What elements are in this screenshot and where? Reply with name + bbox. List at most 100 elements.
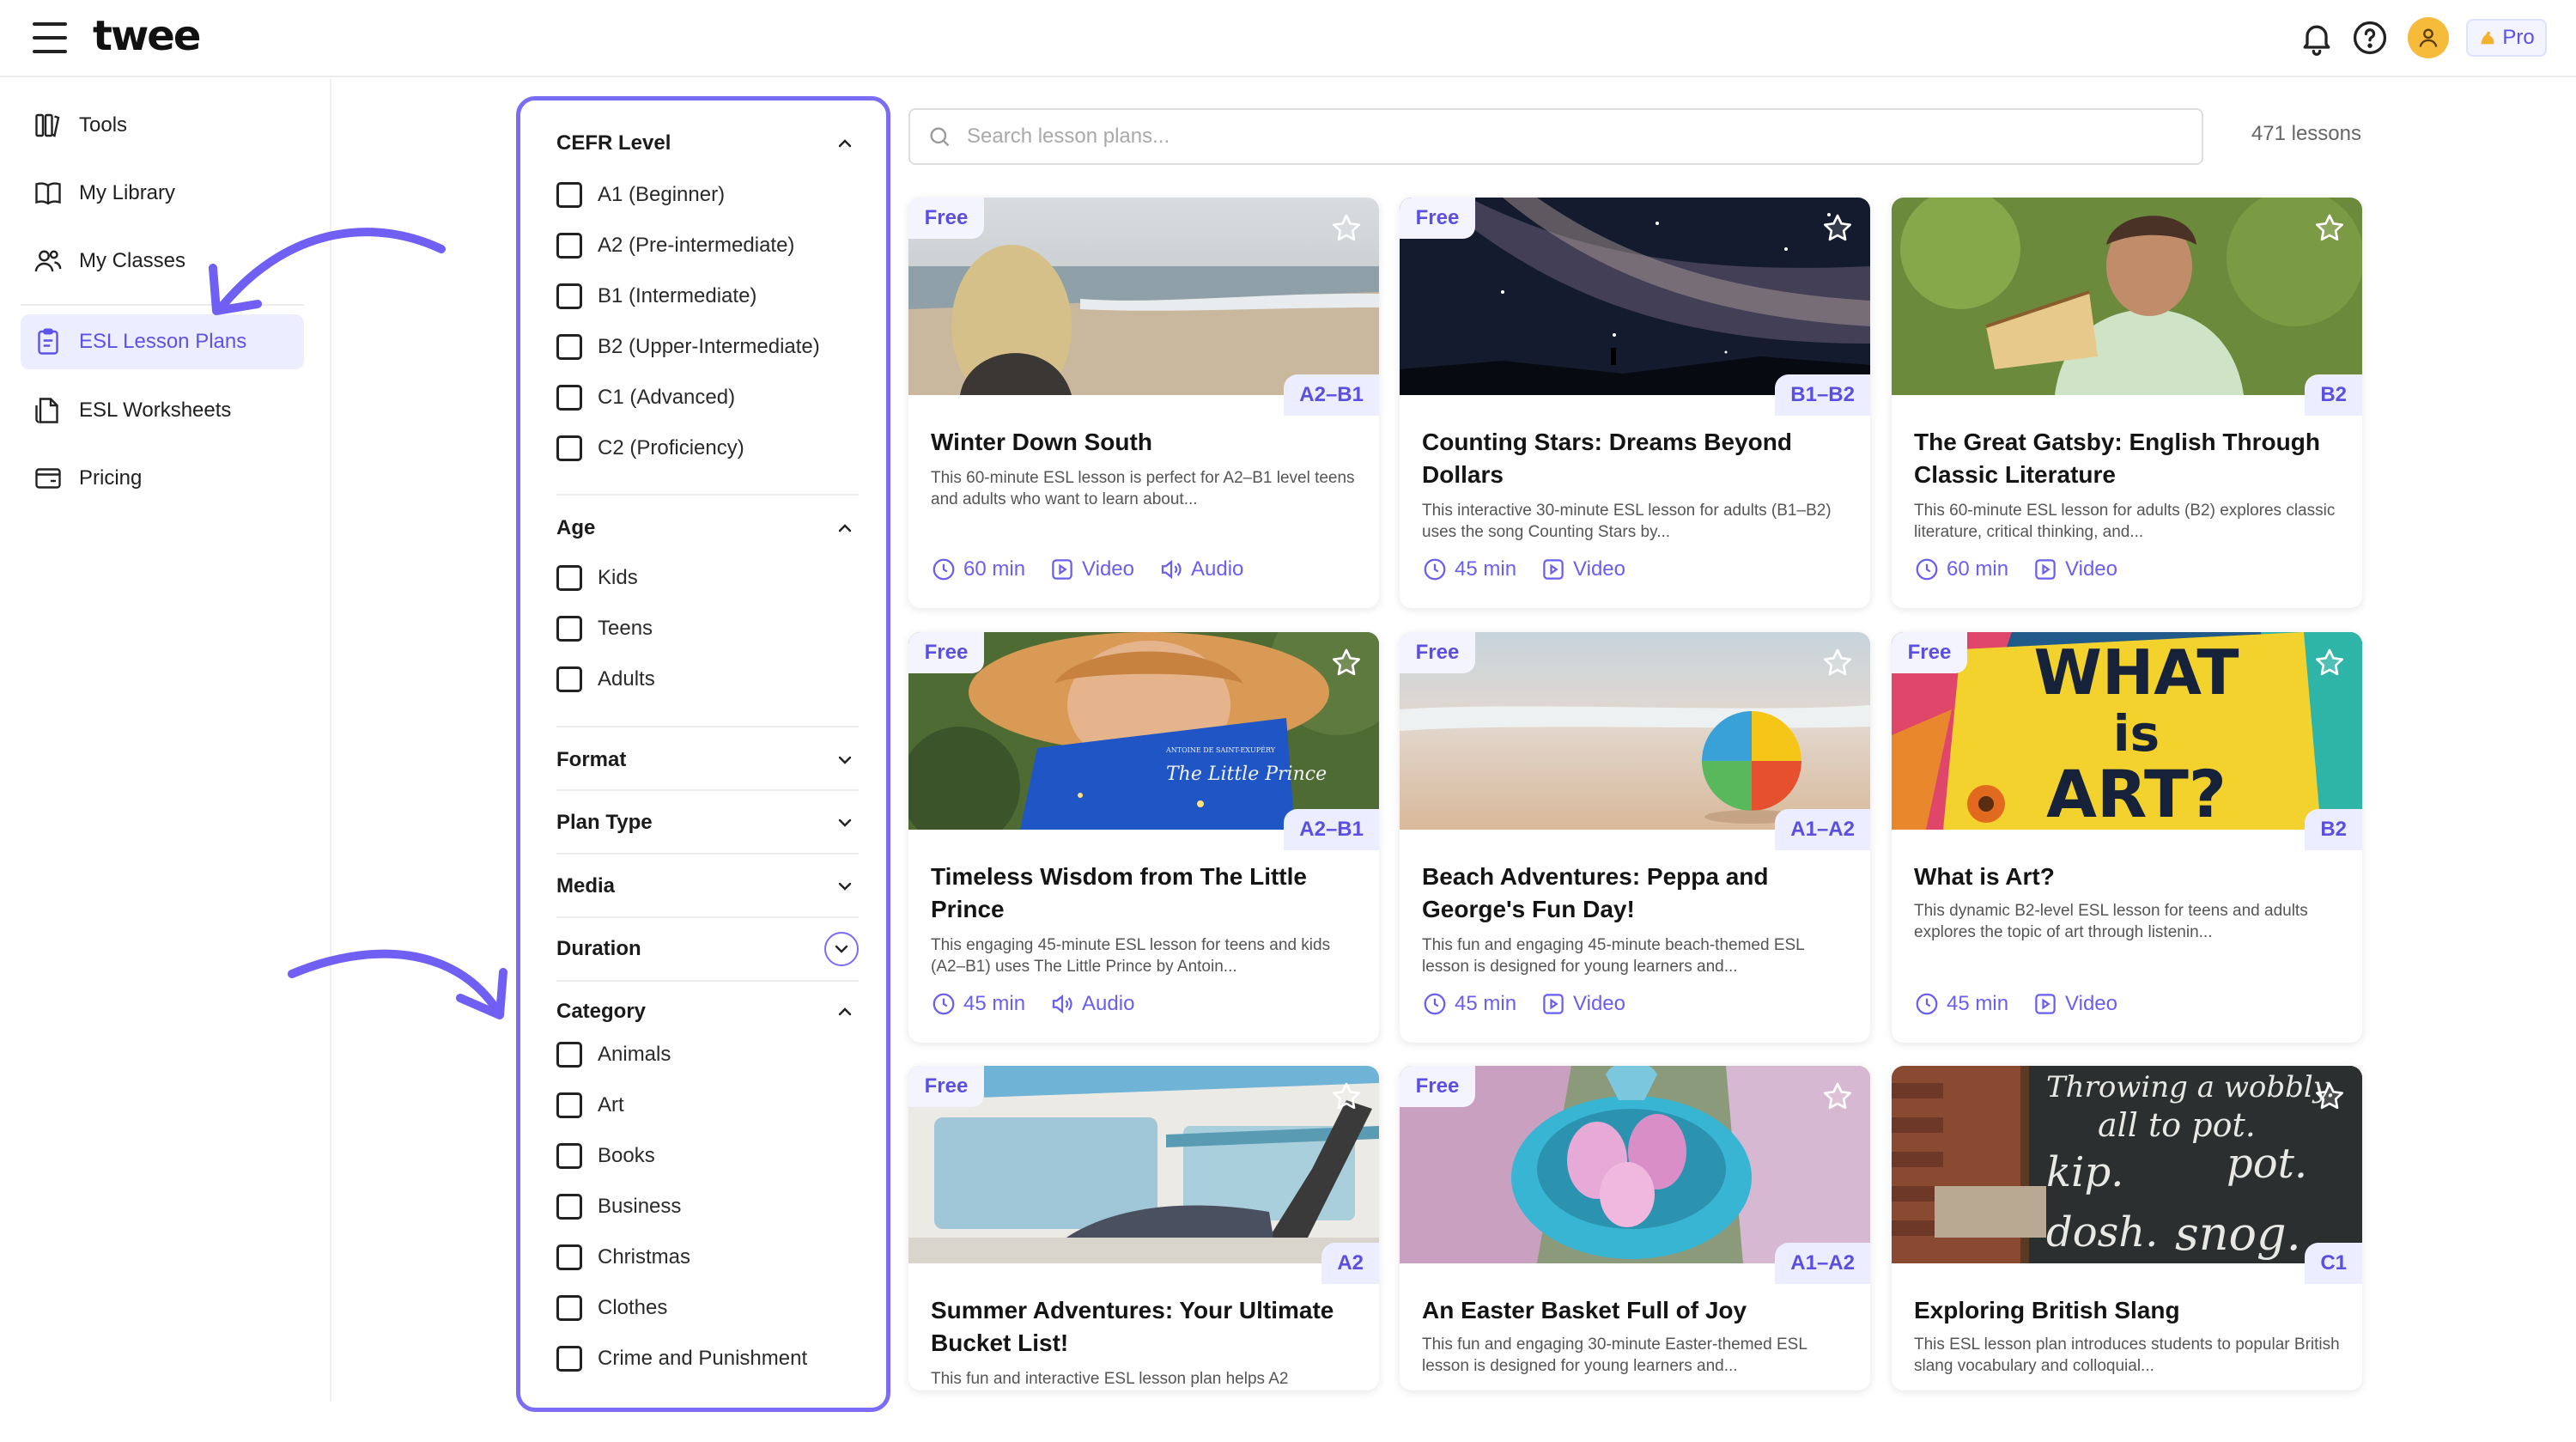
star-icon[interactable]	[1329, 646, 1364, 680]
star-icon[interactable]	[1820, 646, 1855, 680]
filter-header[interactable]: Plan Type	[556, 806, 859, 840]
category-option[interactable]: Christmas	[556, 1232, 859, 1282]
star-icon[interactable]	[2312, 211, 2347, 246]
chevron-up-icon[interactable]	[831, 998, 859, 1025]
cefr-option[interactable]: A1 (Beginner)	[556, 169, 859, 220]
checkbox[interactable]	[556, 1244, 582, 1270]
media-label: Video	[2065, 992, 2117, 1015]
help-icon[interactable]	[2351, 19, 2389, 57]
sidebar-item-pricing[interactable]: Pricing	[21, 451, 304, 506]
filter-plan-type: Plan Type	[556, 806, 859, 840]
category-option[interactable]: Clothes	[556, 1282, 859, 1333]
video-icon	[1543, 559, 1564, 580]
age-option[interactable]: Kids	[556, 552, 859, 603]
search-input[interactable]	[967, 125, 2152, 149]
chevron-up-icon[interactable]	[831, 130, 859, 157]
category-option[interactable]: Books	[556, 1130, 859, 1181]
category-option[interactable]: Animals	[556, 1029, 859, 1080]
lesson-card[interactable]: Free A2 Summer Adventures: Your Ultimate…	[908, 1066, 1379, 1390]
chevron-down-icon[interactable]	[831, 873, 859, 900]
filter-header[interactable]: Age	[556, 511, 859, 545]
lesson-card[interactable]: Free A2–B1 Winter Down South This 60-min…	[908, 198, 1379, 608]
filter-format: Format	[556, 743, 859, 777]
sidebar-item-my-library[interactable]: My Library	[21, 166, 304, 221]
filter-title: Format	[556, 748, 627, 771]
age-option[interactable]: Adults	[556, 654, 859, 704]
lesson-card[interactable]: The Little Prince ANTOINE DE SAINT-EXUPÉ…	[908, 632, 1379, 1043]
checkbox[interactable]	[556, 333, 582, 360]
duration-info: 45 min	[1422, 557, 1516, 582]
lesson-card[interactable]: WHAT is ART? Free B2 What is Art? This d…	[1892, 632, 2362, 1043]
category-option[interactable]: Crime and Punishment	[556, 1333, 859, 1384]
checkbox[interactable]	[556, 1092, 582, 1118]
star-icon[interactable]	[1329, 211, 1364, 246]
checkbox[interactable]	[556, 1142, 582, 1169]
chevron-down-icon[interactable]	[831, 746, 859, 774]
filter-header[interactable]: Media	[556, 869, 859, 904]
checkbox[interactable]	[556, 232, 582, 259]
cefr-option[interactable]: A2 (Pre-intermediate)	[556, 220, 859, 271]
star-icon[interactable]	[2312, 1080, 2347, 1114]
checkbox[interactable]	[556, 666, 582, 692]
checkbox[interactable]	[556, 283, 582, 309]
lesson-description: This fun and engaging 30-minute Easter-t…	[1422, 1336, 1807, 1375]
checkbox[interactable]	[556, 181, 582, 208]
sidebar-item-label: My Library	[79, 181, 176, 204]
category-option[interactable]: Business	[556, 1181, 859, 1232]
star-icon[interactable]	[1329, 1080, 1364, 1114]
media-label: Video	[1573, 557, 1625, 581]
star-icon[interactable]	[2312, 646, 2347, 680]
menu-icon[interactable]	[33, 22, 67, 53]
filter-header[interactable]: Category	[556, 995, 859, 1029]
video-icon	[1052, 559, 1072, 580]
filter-header[interactable]: Duration	[556, 932, 859, 966]
pro-label: Pro	[2502, 26, 2535, 49]
lesson-card[interactable]: B2 The Great Gatsby: English Through Cla…	[1892, 198, 2362, 608]
level-badge: B1–B2	[1775, 374, 1870, 416]
level-badge: A2–B1	[1284, 809, 1379, 850]
option-label: C2 (Proficiency)	[598, 435, 744, 459]
filter-media: Media	[556, 869, 859, 904]
cefr-option[interactable]: C2 (Proficiency)	[556, 423, 859, 473]
checkbox[interactable]	[556, 435, 582, 461]
age-option[interactable]: Teens	[556, 603, 859, 654]
filter-title: CEFR Level	[556, 131, 671, 155]
option-label: B2 (Upper-Intermediate)	[598, 334, 820, 358]
search-box[interactable]	[908, 108, 2203, 165]
star-icon[interactable]	[1820, 211, 1855, 246]
lesson-meta: 45 min Video	[1914, 991, 2117, 1017]
app-logo[interactable]: twee	[93, 12, 201, 60]
option-label: Art	[598, 1092, 624, 1116]
filter-header[interactable]: Format	[556, 743, 859, 777]
checkbox[interactable]	[556, 1345, 582, 1372]
cefr-option[interactable]: B2 (Upper-Intermediate)	[556, 321, 859, 372]
level-badge: A1–A2	[1775, 809, 1870, 850]
cefr-option[interactable]: B1 (Intermediate)	[556, 271, 859, 321]
lesson-description: This dynamic B2-level ESL lesson for tee…	[1914, 902, 2308, 941]
sidebar-item-tools[interactable]: Tools	[21, 98, 304, 153]
lesson-card[interactable]: Free A1–A2 An Easter Basket Full of Joy …	[1400, 1066, 1870, 1390]
lesson-card[interactable]: Throwing a wobbly. all to pot. kip. pot.…	[1892, 1066, 2362, 1390]
checkbox[interactable]	[556, 564, 582, 591]
checkbox[interactable]	[556, 1294, 582, 1321]
checkbox[interactable]	[556, 1041, 582, 1068]
sidebar-item-esl-worksheets[interactable]: ESL Worksheets	[21, 383, 304, 438]
checkbox[interactable]	[556, 384, 582, 411]
lesson-meta: 45 min Video	[1422, 991, 1625, 1017]
chevron-down-icon[interactable]	[824, 932, 859, 966]
bell-icon[interactable]	[2298, 19, 2336, 57]
chevron-up-icon[interactable]	[831, 514, 859, 542]
chevron-down-icon[interactable]	[831, 809, 859, 837]
checkbox[interactable]	[556, 615, 582, 642]
pro-button[interactable]: Pro	[2466, 19, 2547, 57]
lesson-card[interactable]: Free A1–A2 Beach Adventures: Peppa and G…	[1400, 632, 1870, 1043]
filter-header[interactable]: CEFR Level	[556, 126, 859, 161]
checkbox[interactable]	[556, 1193, 582, 1220]
duration-label: 45 min	[1947, 992, 2009, 1015]
lesson-card[interactable]: Free B1–B2 Counting Stars: Dreams Beyond…	[1400, 198, 1870, 608]
star-icon[interactable]	[1820, 1080, 1855, 1114]
user-avatar[interactable]	[2408, 17, 2449, 58]
category-option[interactable]: Art	[556, 1080, 859, 1130]
cefr-option[interactable]: C1 (Advanced)	[556, 372, 859, 423]
video-info: Video	[2032, 557, 2117, 582]
